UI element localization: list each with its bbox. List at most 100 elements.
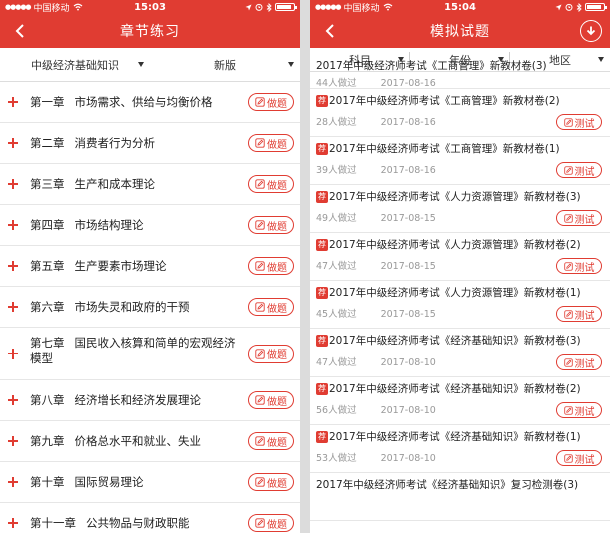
practice-button[interactable]: 做题 — [248, 432, 294, 450]
test-button[interactable]: 测试 — [556, 354, 602, 370]
practice-button-label: 做题 — [267, 303, 287, 315]
paper-title-line: 2017年中级经济师考试《工商管理》新教材卷(3) — [316, 58, 547, 73]
pencil-icon — [563, 213, 573, 223]
practice-button-label: 做题 — [267, 478, 287, 490]
chapter-row[interactable]: 第十一章 公共物品与财政职能 做题 — [0, 503, 300, 533]
chapter-row[interactable]: 第二章 消费者行为分析 做题 — [0, 123, 300, 164]
exam-paper-row[interactable]: 荐 2017年中级经济师考试《经济基础知识》新教材卷(2) 56人做过 2017-08… — [310, 377, 610, 425]
exam-paper-row[interactable]: 荐 2017年中级经济师考试《经济基础知识》新教材卷(3) 47人做过 2017-08… — [310, 329, 610, 377]
exam-paper-row[interactable]: 荐 2017年中级经济师考试《经济基础知识》新教材卷(1) 53人做过 2017-08… — [310, 425, 610, 473]
pencil-icon — [563, 261, 573, 271]
practice-button[interactable]: 做题 — [248, 391, 294, 409]
test-button[interactable]: 测试 — [556, 306, 602, 322]
practice-button[interactable]: 做题 — [248, 175, 294, 193]
chapter-row[interactable]: 第一章 市场需求、供给与均衡价格 做题 — [0, 82, 300, 123]
expand-plus-icon[interactable] — [7, 260, 19, 272]
pencil-icon — [255, 518, 265, 528]
subject-filter[interactable]: 中级经济基础知识 — [0, 48, 150, 81]
paper-date: 2017-08-10 — [380, 405, 436, 416]
expand-plus-icon[interactable] — [7, 348, 19, 360]
exam-paper-row[interactable]: 荐 2017年中级经济师考试《工商管理》新教材卷(2) 28人做过 2017-08-1… — [310, 89, 610, 137]
exam-paper-row[interactable]: 荐 2017年中级经济师考试《工商管理》新教材卷(1) 39人做过 2017-08-1… — [310, 137, 610, 185]
chapter-name: 生产要素市场理论 — [74, 258, 167, 273]
paper-date: 2017-08-10 — [380, 453, 436, 464]
expand-plus-icon[interactable] — [7, 517, 19, 529]
chapter-row[interactable]: 第八章 经济增长和经济发展理论 做题 — [0, 380, 300, 421]
paper-title: 2017年中级经济师考试《经济基础知识》新教材卷(1) — [329, 431, 581, 443]
test-button[interactable]: 测试 — [556, 402, 602, 418]
test-button-label: 测试 — [574, 214, 595, 226]
practice-button-label: 做题 — [267, 139, 287, 151]
chapter-row[interactable]: 第六章 市场失灵和政府的干预 做题 — [0, 287, 300, 328]
practice-button[interactable]: 做题 — [248, 257, 294, 275]
caret-down-icon — [288, 62, 294, 67]
exam-paper-row[interactable]: 荐 2017年中级经济师考试《人力资源管理》新教材卷(2) 47人做过 2017-08… — [310, 233, 610, 281]
practice-button-label: 做题 — [267, 396, 287, 408]
chapter-text: 第三章 生产和成本理论 — [30, 177, 238, 192]
expand-plus-icon[interactable] — [7, 394, 19, 406]
battery-icon — [275, 3, 297, 11]
practice-button[interactable]: 做题 — [248, 134, 294, 152]
back-button[interactable] — [320, 21, 340, 41]
chapter-name: 消费者行为分析 — [74, 135, 156, 150]
chapter-row[interactable]: 第十章 国际贸易理论 做题 — [0, 462, 300, 503]
pencil-icon — [563, 357, 573, 367]
pencil-icon — [255, 395, 265, 405]
chapter-row[interactable]: 第七章 国民收入核算和简单的宏观经济模型 做题 — [0, 328, 300, 380]
expand-plus-icon[interactable] — [7, 219, 19, 231]
version-filter[interactable]: 新版 — [150, 48, 300, 81]
chapter-number: 第六章 — [30, 299, 65, 314]
attempt-count: 39人做过 — [316, 165, 357, 176]
paper-title-line: 荐 2017年中级经济师考试《经济基础知识》新教材卷(1) — [316, 429, 581, 444]
expand-plus-icon[interactable] — [7, 137, 19, 149]
pencil-icon — [255, 436, 265, 446]
test-button[interactable]: 测试 — [556, 258, 602, 274]
chapter-text: 第二章 消费者行为分析 — [30, 136, 238, 151]
practice-button[interactable]: 做题 — [248, 514, 294, 532]
attempt-count: 53人做过 — [316, 453, 357, 464]
chapter-text: 第七章 国民收入核算和简单的宏观经济模型 — [30, 336, 238, 366]
chapter-row[interactable]: 第五章 生产要素市场理论 做题 — [0, 246, 300, 287]
test-button[interactable]: 测试 — [556, 450, 602, 466]
download-button[interactable] — [580, 20, 602, 42]
chapter-row[interactable]: 第三章 生产和成本理论 做题 — [0, 164, 300, 205]
paper-title: 2017年中级经济师考试《经济基础知识》复习检测卷(3) — [316, 479, 579, 491]
practice-button[interactable]: 做题 — [248, 93, 294, 111]
practice-button[interactable]: 做题 — [248, 298, 294, 316]
expand-plus-icon[interactable] — [7, 178, 19, 190]
test-button[interactable]: 测试 — [556, 162, 602, 178]
pencil-icon — [255, 220, 265, 230]
back-arrow-icon — [15, 24, 24, 38]
paper-meta: 47人做过 2017-08-10 — [316, 354, 436, 368]
chapter-row[interactable]: 第九章 价格总水平和就业、失业 做题 — [0, 421, 300, 462]
paper-title: 2017年中级经济师考试《工商管理》新教材卷(3) — [316, 60, 547, 72]
practice-button[interactable]: 做题 — [248, 216, 294, 234]
exam-paper-row[interactable]: 2017年中级经济师考试《工商管理》新教材卷(3) 44人做过 2017-08-16 — [310, 60, 610, 89]
paper-title: 2017年中级经济师考试《工商管理》新教材卷(2) — [329, 95, 560, 107]
test-button-label: 测试 — [574, 310, 595, 322]
practice-button[interactable]: 做题 — [248, 473, 294, 491]
test-button-label: 测试 — [574, 454, 595, 466]
exam-paper-row[interactable]: 2017年中级经济师考试《经济基础知识》复习检测卷(3) — [310, 473, 610, 521]
expand-plus-icon[interactable] — [7, 435, 19, 447]
exam-paper-row[interactable]: 荐 2017年中级经济师考试《人力资源管理》新教材卷(3) 49人做过 2017-08… — [310, 185, 610, 233]
recommended-badge: 荐 — [316, 382, 328, 395]
attempt-count: 28人做过 — [316, 117, 357, 128]
expand-plus-icon[interactable] — [7, 96, 19, 108]
test-button-label: 测试 — [574, 118, 595, 130]
practice-button[interactable]: 做题 — [248, 344, 294, 363]
test-button[interactable]: 测试 — [556, 114, 602, 130]
chapter-name: 生产和成本理论 — [74, 176, 156, 191]
exam-paper-row[interactable]: 荐 2017年中级经济师考试《人力资源管理》新教材卷(1) 45人做过 2017-08… — [310, 281, 610, 329]
chapter-name: 市场需求、供给与均衡价格 — [74, 94, 213, 109]
test-button[interactable]: 测试 — [556, 210, 602, 226]
caret-down-icon — [138, 62, 144, 67]
expand-plus-icon[interactable] — [7, 476, 19, 488]
chapter-row[interactable]: 第四章 市场结构理论 做题 — [0, 205, 300, 246]
paper-meta: 53人做过 2017-08-10 — [316, 450, 436, 464]
expand-plus-icon[interactable] — [7, 301, 19, 313]
pencil-icon — [255, 348, 265, 359]
chapter-number: 第三章 — [30, 176, 65, 191]
chapter-number: 第十一章 — [30, 515, 76, 530]
back-button[interactable] — [10, 21, 30, 41]
